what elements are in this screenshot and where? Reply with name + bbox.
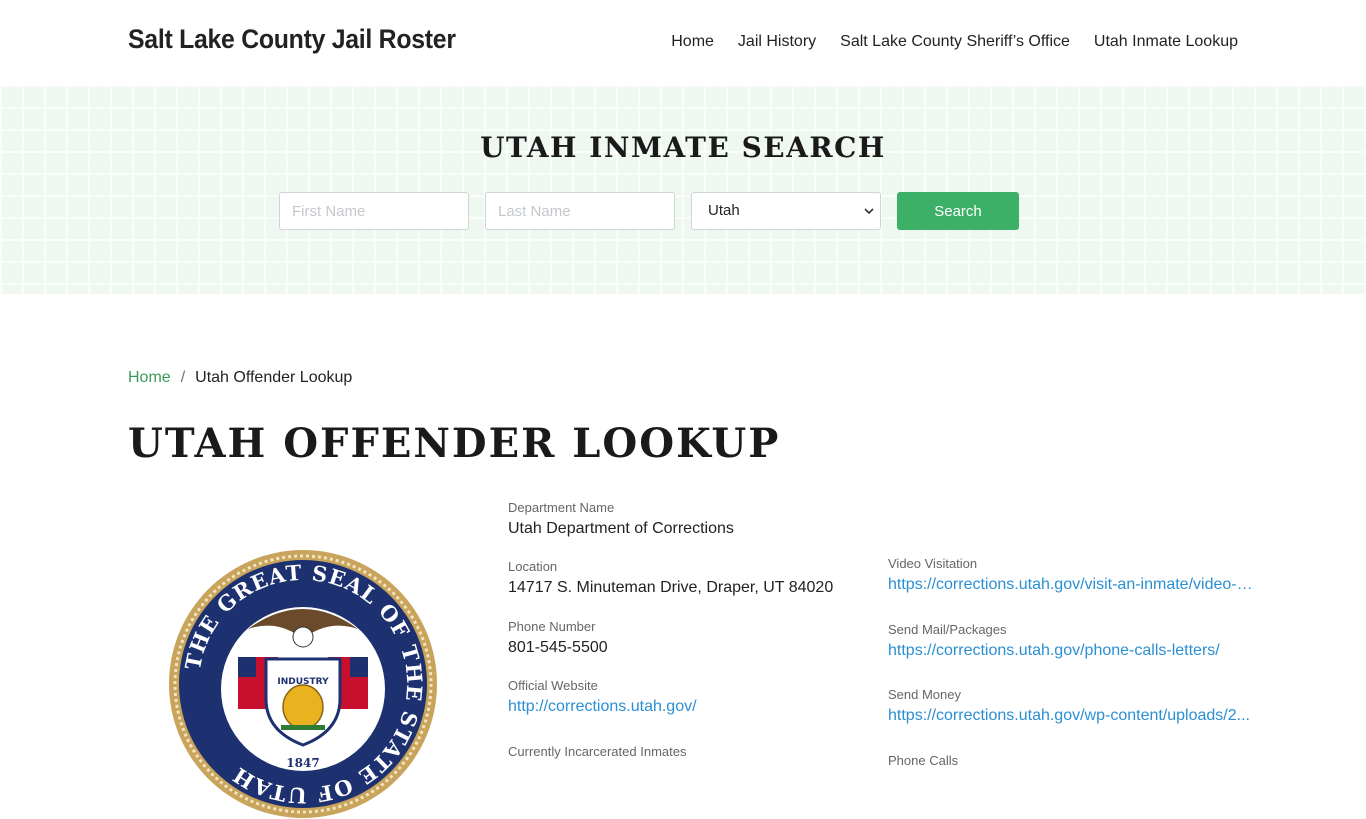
phone-number-field: Phone Number 801-545-5500 — [508, 619, 608, 657]
field-value: 801-545-5500 — [508, 639, 608, 656]
nav-home[interactable]: Home — [671, 33, 714, 51]
seal-motto-text: INDUSTRY — [277, 677, 329, 687]
breadcrumb: Home / Utah Offender Lookup — [128, 369, 352, 387]
site-brand-link[interactable]: Salt Lake County Jail Roster — [128, 24, 456, 55]
field-label: Official Website — [508, 678, 598, 693]
location-field: Location 14717 S. Minuteman Drive, Drape… — [508, 559, 833, 597]
state-select-value: Utah — [708, 202, 740, 219]
chevron-down-icon — [864, 193, 876, 229]
official-website-field: Official Website http://corrections.utah… — [508, 678, 697, 716]
search-button[interactable]: Search — [897, 192, 1019, 230]
field-label: Send Money — [888, 687, 961, 702]
send-mail-field: Send Mail/Packages https://corrections.u… — [888, 622, 1220, 660]
field-label: Location — [508, 559, 558, 574]
field-label: Phone Number — [508, 619, 596, 634]
official-website-link[interactable]: http://corrections.utah.gov/ — [508, 698, 697, 716]
page-title: UTAH OFFENDER LOOKUP — [128, 420, 781, 467]
send-money-field: Send Money https://corrections.utah.gov/… — [888, 687, 1250, 725]
first-name-input[interactable] — [279, 192, 469, 230]
incarcerated-inmates-field: Currently Incarcerated Inmates — [508, 744, 686, 759]
nav-jail-history[interactable]: Jail History — [738, 33, 816, 51]
field-label: Currently Incarcerated Inmates — [508, 744, 687, 759]
department-name-field: Department Name Utah Department of Corre… — [508, 500, 734, 538]
last-name-input[interactable] — [485, 192, 675, 230]
breadcrumb-home-link[interactable]: Home — [128, 369, 171, 387]
breadcrumb-current: Utah Offender Lookup — [195, 369, 353, 386]
field-label: Video Visitation — [888, 556, 978, 571]
inmate-search-section: UTAH INMATE SEARCH Utah Search — [0, 85, 1366, 294]
field-value: 14717 S. Minuteman Drive, Draper, UT 840… — [508, 579, 834, 596]
send-mail-link[interactable]: https://corrections.utah.gov/phone-calls… — [888, 642, 1220, 660]
field-label: Department Name — [508, 500, 615, 515]
field-value: Utah Department of Corrections — [508, 520, 734, 537]
inmate-search-form: Utah Search — [279, 192, 1019, 230]
video-visitation-link[interactable]: https://corrections.utah.gov/visit-an-in… — [888, 576, 1256, 594]
main-nav: Home Jail History Salt Lake County Sheri… — [671, 33, 1238, 51]
utah-state-seal-image: THE GREAT SEAL OF THE STATE OF UTAH INDU… — [169, 550, 437, 818]
nav-sheriffs-office[interactable]: Salt Lake County Sheriff’s Office — [840, 33, 1070, 51]
field-label: Phone Calls — [888, 753, 959, 768]
search-title: UTAH INMATE SEARCH — [480, 131, 886, 164]
state-select[interactable]: Utah — [691, 192, 881, 230]
send-money-link[interactable]: https://corrections.utah.gov/wp-content/… — [888, 707, 1250, 725]
breadcrumb-separator: / — [180, 369, 186, 386]
field-label: Send Mail/Packages — [888, 622, 1007, 637]
video-visitation-field: Video Visitation https://corrections.uta… — [888, 556, 1256, 594]
phone-calls-field: Phone Calls — [888, 753, 958, 768]
site-header: Salt Lake County Jail Roster Home Jail H… — [0, 0, 1366, 85]
nav-utah-inmate-lookup[interactable]: Utah Inmate Lookup — [1094, 33, 1238, 51]
